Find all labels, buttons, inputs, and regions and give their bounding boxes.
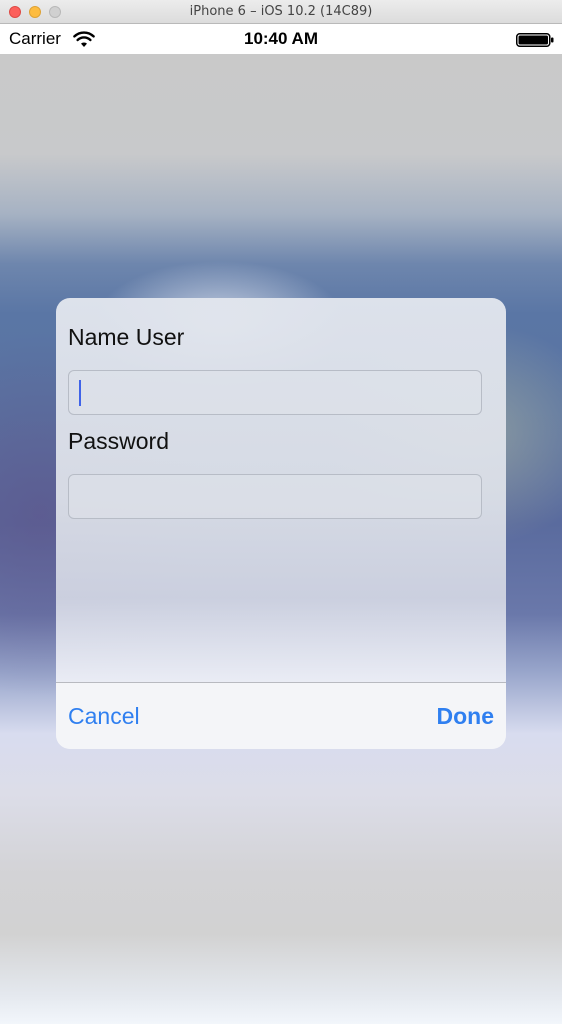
login-alert: Name User Password Cancel Done — [56, 298, 506, 749]
battery-icon — [516, 33, 554, 47]
status-time: 10:40 AM — [243, 29, 318, 48]
window-title: iPhone 6 – iOS 10.2 (14C89) — [189, 4, 373, 19]
alert-action-bar: Cancel Done — [56, 682, 506, 749]
password-input[interactable] — [68, 474, 482, 519]
done-button[interactable]: Done — [437, 703, 495, 730]
name-user-input[interactable] — [68, 370, 482, 415]
name-user-label: Name User — [68, 324, 185, 350]
text-caret — [79, 380, 81, 406]
password-label: Password — [68, 428, 169, 454]
status-bar: Carrier 10:40 AM — [0, 24, 562, 54]
simulator-title-bar: iPhone 6 – iOS 10.2 (14C89) — [0, 0, 562, 24]
cancel-button[interactable]: Cancel — [68, 703, 140, 730]
